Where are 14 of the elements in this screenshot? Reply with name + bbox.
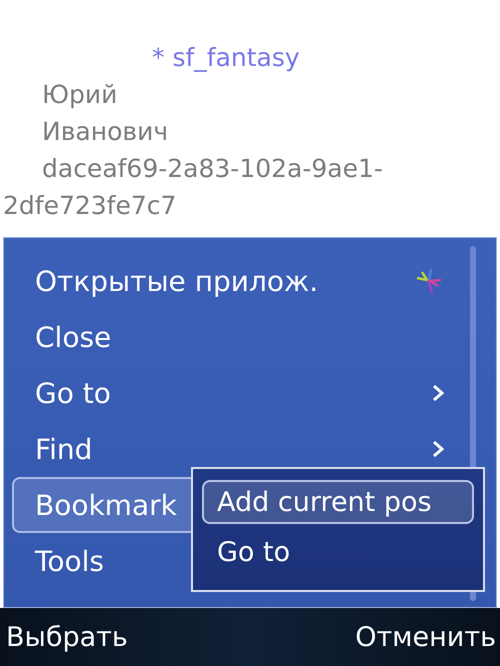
select-softkey[interactable]: Выбрать [6, 622, 128, 652]
list-title: * sf_fantasy [151, 42, 301, 74]
menu-item[interactable]: Go to [12, 365, 468, 421]
apps-icon [414, 266, 444, 296]
author-name: Юрий [41, 79, 118, 111]
cancel-softkey[interactable]: Отменить [355, 622, 496, 652]
submenu-item[interactable]: Add current pos [202, 480, 474, 524]
menu-item[interactable]: Find [12, 421, 468, 477]
menu-item[interactable]: Bookmark [12, 477, 191, 533]
menu-item[interactable]: Открытые прилож. [12, 253, 468, 309]
menu-item[interactable]: Close [12, 309, 468, 365]
submenu-item[interactable]: Go to [202, 530, 474, 574]
author-name: Иванович [41, 116, 170, 148]
book-id: daceaf69-2a83-102a-9ae1-2dfe723fe7c7 [2, 153, 384, 222]
